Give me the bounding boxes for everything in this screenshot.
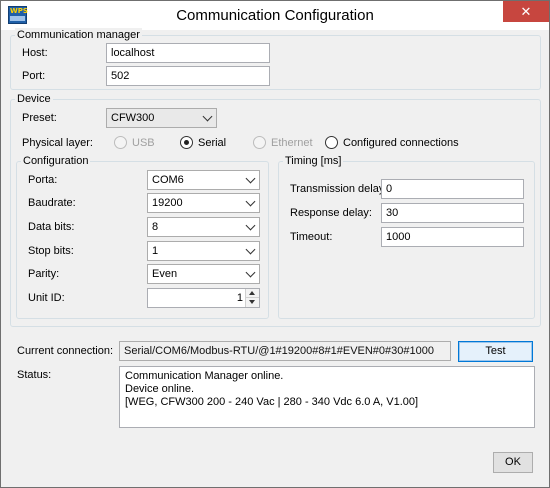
resp-delay-label: Response delay: xyxy=(290,207,372,219)
radio-configured-connections-label: Configured connections xyxy=(343,137,459,149)
unitid-stepper[interactable]: 1 xyxy=(147,288,260,308)
preset-label: Preset: xyxy=(22,112,57,124)
spin-down-icon[interactable] xyxy=(246,298,259,307)
comm-manager-group: Communication manager xyxy=(10,28,541,90)
tx-delay-input[interactable]: 0 xyxy=(381,179,524,199)
timing-title: Timing [ms] xyxy=(283,154,344,168)
databits-select[interactable]: 8 xyxy=(147,217,260,237)
chevron-down-icon xyxy=(245,244,256,255)
unitid-label: Unit ID: xyxy=(28,292,65,304)
radio-ethernet-label: Ethernet xyxy=(271,137,313,149)
test-button[interactable]: Test xyxy=(458,341,533,362)
preset-select[interactable]: CFW300 xyxy=(106,108,217,128)
timeout-input[interactable]: 1000 xyxy=(381,227,524,247)
comm-manager-title: Communication manager xyxy=(15,28,142,42)
unitid-value: 1 xyxy=(236,292,243,304)
resp-delay-input[interactable]: 30 xyxy=(381,203,524,223)
status-line: [WEG, CFW300 200 - 240 Vac | 280 - 340 V… xyxy=(125,396,419,408)
chevron-down-icon xyxy=(245,196,256,207)
porta-select[interactable]: COM6 xyxy=(147,170,260,190)
radio-usb-label: USB xyxy=(132,137,155,149)
databits-label: Data bits: xyxy=(28,221,75,233)
close-icon: ✕ xyxy=(520,4,532,19)
title-bar[interactable]: WPS Communication Configuration ✕ xyxy=(1,1,549,30)
current-connection-field: Serial/COM6/Modbus-RTU/@1#19200#8#1#EVEN… xyxy=(119,341,451,361)
baudrate-select[interactable]: 19200 xyxy=(147,193,260,213)
stopbits-value: 1 xyxy=(152,245,159,257)
databits-value: 8 xyxy=(152,221,159,233)
parity-select[interactable]: Even xyxy=(147,264,260,284)
tx-delay-label: Transmission delay: xyxy=(290,183,388,195)
spin-up-icon[interactable] xyxy=(246,289,259,298)
baudrate-label: Baudrate: xyxy=(28,197,76,209)
chevron-down-icon xyxy=(245,220,256,231)
porta-value: COM6 xyxy=(152,174,184,186)
status-line: Device online. xyxy=(125,383,195,395)
port-input[interactable]: 502 xyxy=(106,66,270,86)
host-label: Host: xyxy=(22,47,48,59)
port-label: Port: xyxy=(22,70,46,82)
status-line: Communication Manager online. xyxy=(125,370,284,382)
stopbits-select[interactable]: 1 xyxy=(147,241,260,261)
parity-value: Even xyxy=(152,268,178,280)
current-connection-label: Current connection: xyxy=(17,345,113,357)
radio-serial-label: Serial xyxy=(198,137,227,149)
chevron-down-icon xyxy=(245,267,256,278)
baudrate-value: 19200 xyxy=(152,197,183,209)
chevron-down-icon xyxy=(202,111,213,122)
ok-button[interactable]: OK xyxy=(493,452,533,473)
timeout-label: Timeout: xyxy=(290,231,333,243)
status-textarea: Communication Manager online. Device onl… xyxy=(119,366,535,428)
physical-layer-label: Physical layer: xyxy=(22,137,93,149)
dialog-window: WPS Communication Configuration ✕ Commun… xyxy=(0,0,550,488)
device-title: Device xyxy=(15,92,53,106)
porta-label: Porta: xyxy=(28,174,58,186)
window-title: Communication Configuration xyxy=(176,7,374,24)
chevron-down-icon xyxy=(245,173,256,184)
status-label: Status: xyxy=(17,369,52,381)
configuration-title: Configuration xyxy=(21,154,91,168)
stopbits-label: Stop bits: xyxy=(28,245,74,257)
close-button[interactable]: ✕ xyxy=(503,1,549,22)
parity-label: Parity: xyxy=(28,268,60,280)
preset-value: CFW300 xyxy=(111,112,155,124)
host-input[interactable]: localhost xyxy=(106,43,270,63)
